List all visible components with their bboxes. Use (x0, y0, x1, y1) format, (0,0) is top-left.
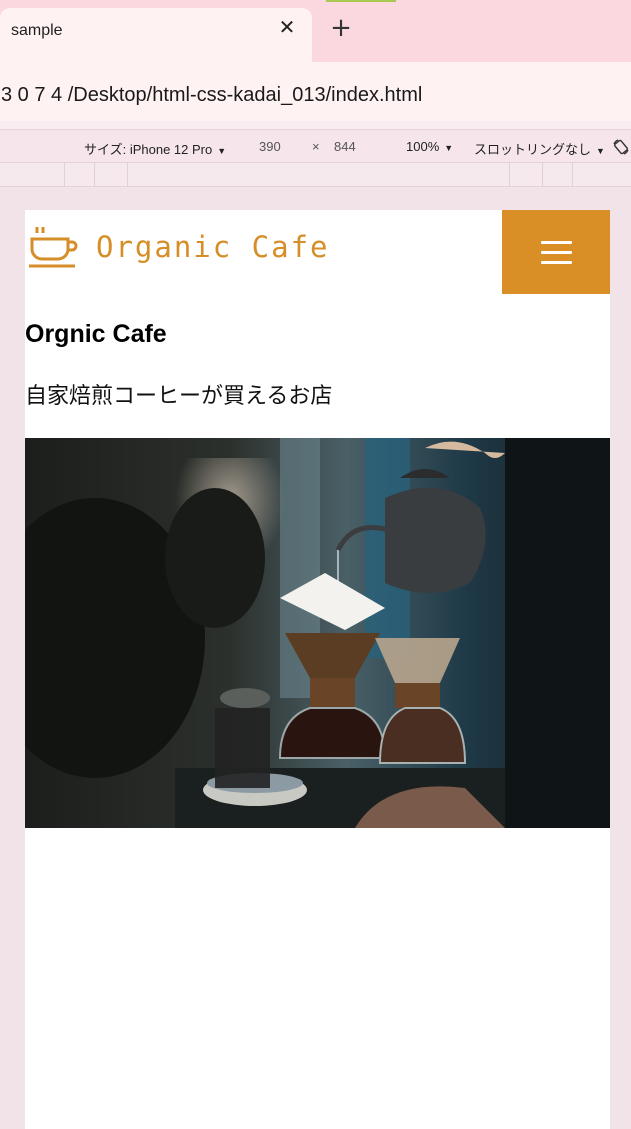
close-icon[interactable]: ✕ (276, 16, 298, 38)
zoom-label: 100% (406, 139, 440, 154)
tab-title[interactable]: sample (11, 22, 63, 40)
media-query-ruler (0, 163, 631, 187)
plus-icon[interactable]: + (329, 15, 353, 41)
zoom-select[interactable]: 100% ▼ (406, 139, 453, 154)
caret-down-icon: ▼ (217, 146, 227, 156)
page-title: Orgnic Cafe (25, 320, 167, 348)
throttle-label: スロットリングなし (474, 142, 592, 157)
rotate-icon[interactable] (612, 138, 630, 156)
logo-text[interactable]: Organic Cafe (96, 230, 330, 264)
tab-accent-line (326, 0, 396, 2)
hamburger-menu-icon[interactable] (502, 210, 610, 294)
device-select[interactable]: サイズ: iPhone 12 Pro ▼ (84, 139, 226, 158)
height-input[interactable]: 844 (334, 139, 356, 154)
caret-down-icon: ▼ (444, 143, 454, 153)
url-text[interactable]: 3 0 7 4 /Desktop/html-css-kadai_013/inde… (1, 84, 422, 107)
device-viewport: Organic Cafe Orgnic Cafe 自家焙煎コーヒーが買えるお店 (25, 210, 610, 1129)
subtitle: 自家焙煎コーヒーが買えるお店 (25, 384, 333, 409)
width-input[interactable]: 390 (259, 139, 281, 154)
coffee-cup-icon (29, 227, 78, 268)
device-label: サイズ: iPhone 12 Pro (84, 142, 213, 157)
caret-down-icon: ▼ (596, 146, 605, 156)
throttle-select[interactable]: スロットリングなし ▼ (474, 139, 605, 158)
times-sign: × (312, 139, 320, 154)
coffee-pour-over-photo (25, 438, 610, 828)
divider (0, 121, 631, 129)
